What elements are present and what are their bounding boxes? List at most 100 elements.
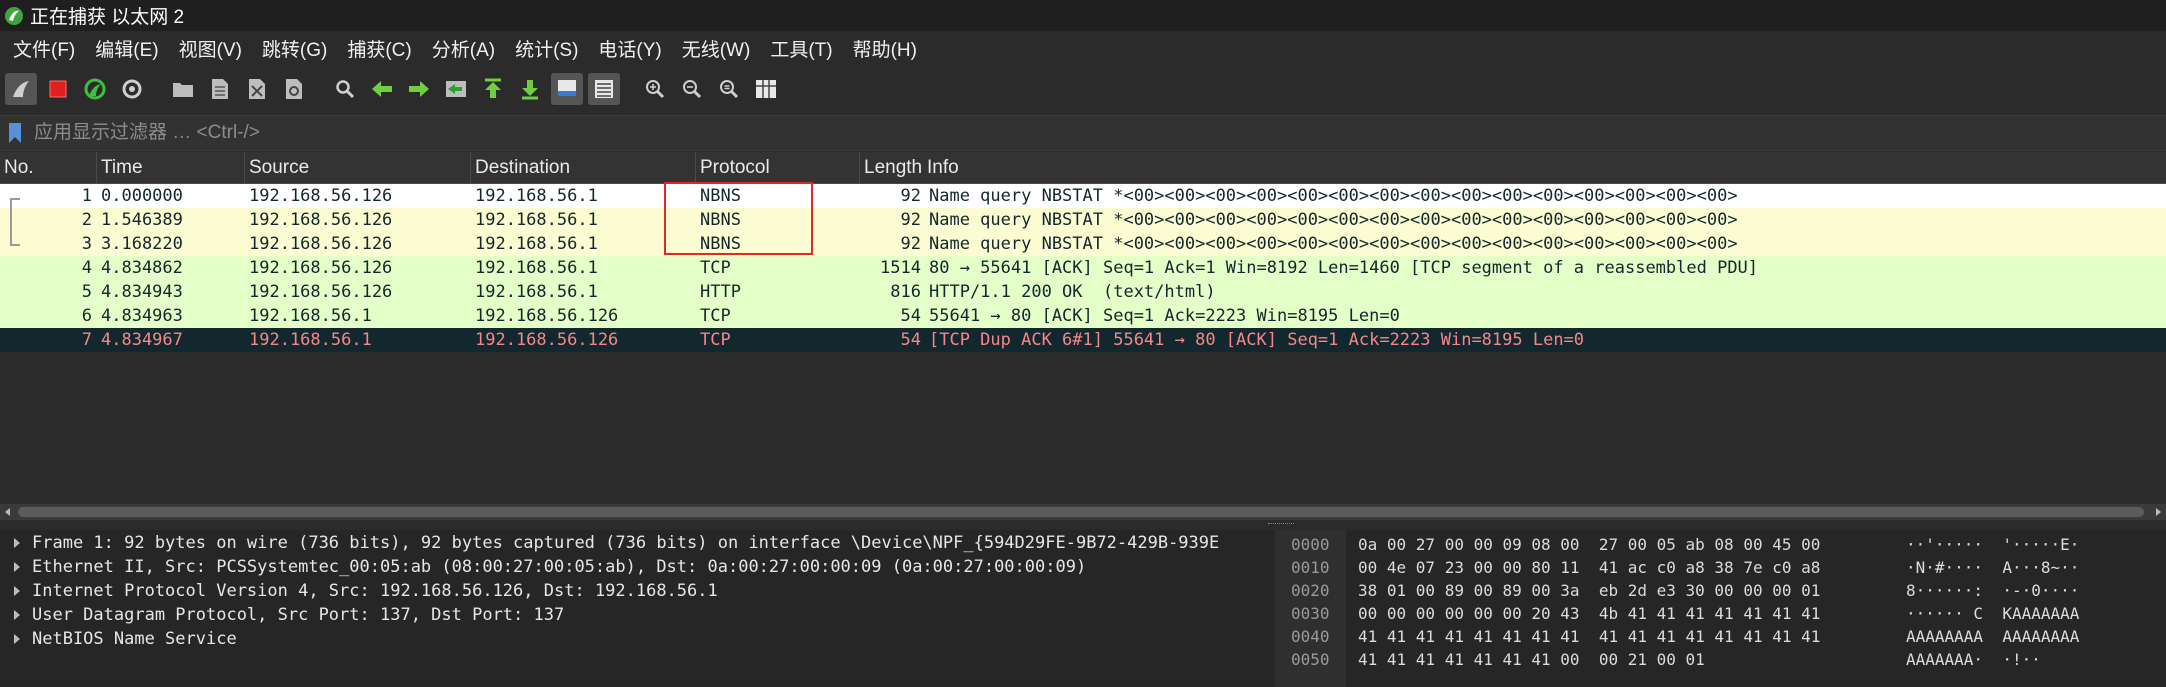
splitter-grip-icon[interactable] [1268,523,1294,527]
pane-splitter[interactable] [0,520,2166,530]
scrollbar-thumb[interactable] [18,507,2144,517]
packet-row[interactable]: 1 0.000000 192.168.56.126 192.168.56.1 NBNS 9… [0,184,2166,208]
packet-row[interactable]: 6 4.834963 192.168.56.1 192.168.56.126 TCP 54… [0,304,2166,328]
close-file-icon[interactable] [241,73,273,105]
display-filter-bar [0,115,2166,151]
display-filter-input[interactable] [34,118,2166,148]
resize-columns-icon[interactable] [750,73,782,105]
auto-scroll-icon[interactable] [551,73,583,105]
packet-cell-destination: 192.168.56.1 [475,258,598,278]
bytes-ascii: ······ C KAAAAAAA [1906,604,2080,623]
column-header-protocol[interactable]: Protocol [696,152,860,183]
bytes-hex: 38 01 00 89 00 89 00 3a eb 2d e3 30 00 0… [1358,581,1821,600]
packet-cell-destination: 192.168.56.1 [475,210,598,230]
menu-item-10[interactable]: 帮助(H) [846,35,924,62]
packet-cell-no: 7 [81,330,92,350]
packet-cell-info: Name query NBSTAT *<00><00><00><00><00><… [929,210,1738,230]
column-header-info[interactable]: Info [925,152,2166,183]
bytes-hex: 00 4e 07 23 00 00 80 11 41 ac c0 a8 38 7… [1358,558,1821,577]
details-tree-item[interactable]: Ethernet II, Src: PCSSystemtec_00:05:ab … [0,555,1274,579]
packet-cell-time: 1.546389 [101,210,183,230]
scroll-left-arrow-icon[interactable] [2,506,14,518]
save-file-icon[interactable] [204,73,236,105]
stop-capture-icon[interactable] [42,73,74,105]
packet-cell-length: 92 [900,234,921,254]
bytes-hex: 41 41 41 41 41 41 41 41 41 41 41 41 41 4… [1358,627,1821,646]
bytes-hex: 41 41 41 41 41 41 41 00 00 21 00 01 [1358,650,1705,669]
first-packet-icon[interactable] [477,73,509,105]
menu-item-3[interactable]: 跳转(G) [255,35,334,62]
details-tree-item[interactable]: Frame 1: 92 bytes on wire (736 bits), 92… [0,531,1274,555]
bytes-ascii: AAAAAAAA AAAAAAAA [1906,627,2080,646]
expand-arrow-icon[interactable] [10,536,24,550]
details-tree-item[interactable]: NetBIOS Name Service [0,627,1274,651]
details-item-label: Internet Protocol Version 4, Src: 192.16… [32,581,718,601]
column-header-destination[interactable]: Destination [471,152,696,183]
capture-options-icon[interactable] [116,73,148,105]
restart-capture-icon[interactable] [79,73,111,105]
column-header-length[interactable]: Length [860,152,925,183]
normal-size-icon[interactable] [713,73,745,105]
zoom-out-icon[interactable] [676,73,708,105]
details-tree-item[interactable]: Internet Protocol Version 4, Src: 192.16… [0,579,1274,603]
reload-file-icon[interactable] [278,73,310,105]
expand-arrow-icon[interactable] [10,632,24,646]
details-tree-item[interactable]: User Datagram Protocol, Src Port: 137, D… [0,603,1274,627]
packet-row[interactable]: 2 1.546389 192.168.56.126 192.168.56.1 NBNS 9… [0,208,2166,232]
shark-fin-start-icon[interactable] [5,73,37,105]
menu-item-5[interactable]: 分析(A) [425,35,502,62]
menu-item-4[interactable]: 捕获(C) [340,35,418,62]
packet-cell-destination: 192.168.56.1 [475,234,598,254]
packet-cell-protocol: TCP [700,330,731,350]
filter-bookmark-icon[interactable] [8,122,22,144]
menu-item-6[interactable]: 统计(S) [508,35,585,62]
packet-cell-source: 192.168.56.1 [249,330,372,350]
go-forward-icon[interactable] [403,73,435,105]
column-header-no[interactable]: No. [0,152,97,183]
window-title: 正在捕获 以太网 2 [30,7,185,28]
menu-item-2[interactable]: 视图(V) [172,35,249,62]
packet-cell-destination: 192.168.56.1 [475,282,598,302]
go-to-packet-icon[interactable] [440,73,472,105]
title-bar: 正在捕获 以太网 2 [0,0,2166,31]
packet-row[interactable]: 3 3.168220 192.168.56.126 192.168.56.1 NBNS 9… [0,232,2166,256]
menu-item-1[interactable]: 编辑(E) [88,35,165,62]
packet-cell-info: Name query NBSTAT *<00><00><00><00><00><… [929,186,1738,206]
column-header-source[interactable]: Source [245,152,471,183]
last-packet-icon[interactable] [514,73,546,105]
open-file-icon[interactable] [167,73,199,105]
expand-arrow-icon[interactable] [10,608,24,622]
packet-cell-time: 3.168220 [101,234,183,254]
menu-item-9[interactable]: 工具(T) [763,35,839,62]
expand-arrow-icon[interactable] [10,584,24,598]
scroll-right-arrow-icon[interactable] [2152,506,2164,518]
packet-cell-no: 3 [81,234,92,254]
menu-bar: 文件(F) 编辑(E) 视图(V) 跳转(G) 捕获(C) 分析(A) 统计(S) 电话(Y)… [0,31,2166,65]
packet-cell-protocol: NBNS [700,210,741,230]
menu-item-0[interactable]: 文件(F) [6,35,82,62]
packet-cell-length: 92 [900,186,921,206]
bytes-offset: 0050 [1291,650,1330,669]
packet-cell-time: 0.000000 [101,186,183,206]
packet-cell-source: 192.168.56.126 [249,210,393,230]
packet-cell-time: 4.834967 [101,330,183,350]
bytes-offset: 0040 [1291,627,1330,646]
go-back-icon[interactable] [366,73,398,105]
packet-row[interactable]: 7 4.834967 192.168.56.1 192.168.56.126 TCP 54… [0,328,2166,352]
packet-cell-length: 1514 [880,258,921,278]
details-item-label: Ethernet II, Src: PCSSystemtec_00:05:ab … [32,557,1087,577]
zoom-in-icon[interactable] [639,73,671,105]
colorize-icon[interactable] [588,73,620,105]
packet-bytes-pane: 0000 0a 00 27 00 00 09 08 00 27 00 05 ab … [1276,530,2166,687]
column-header-time[interactable]: Time [97,152,245,183]
bytes-ascii: 8······: ·-·0···· [1906,581,2080,600]
menu-item-8[interactable]: 无线(W) [675,35,758,62]
packet-row[interactable]: 4 4.834862 192.168.56.126 192.168.56.1 TCP 15… [0,256,2166,280]
menu-item-7[interactable]: 电话(Y) [591,35,668,62]
packet-row[interactable]: 5 4.834943 192.168.56.126 192.168.56.1 HTTP 8… [0,280,2166,304]
packet-list-horizontal-scrollbar[interactable] [0,504,2166,520]
packet-cell-info: 80 → 55641 [ACK] Seq=1 Ack=1 Win=8192 Le… [929,258,1759,278]
find-packet-icon[interactable] [329,73,361,105]
expand-arrow-icon[interactable] [10,560,24,574]
packet-cell-length: 92 [900,210,921,230]
